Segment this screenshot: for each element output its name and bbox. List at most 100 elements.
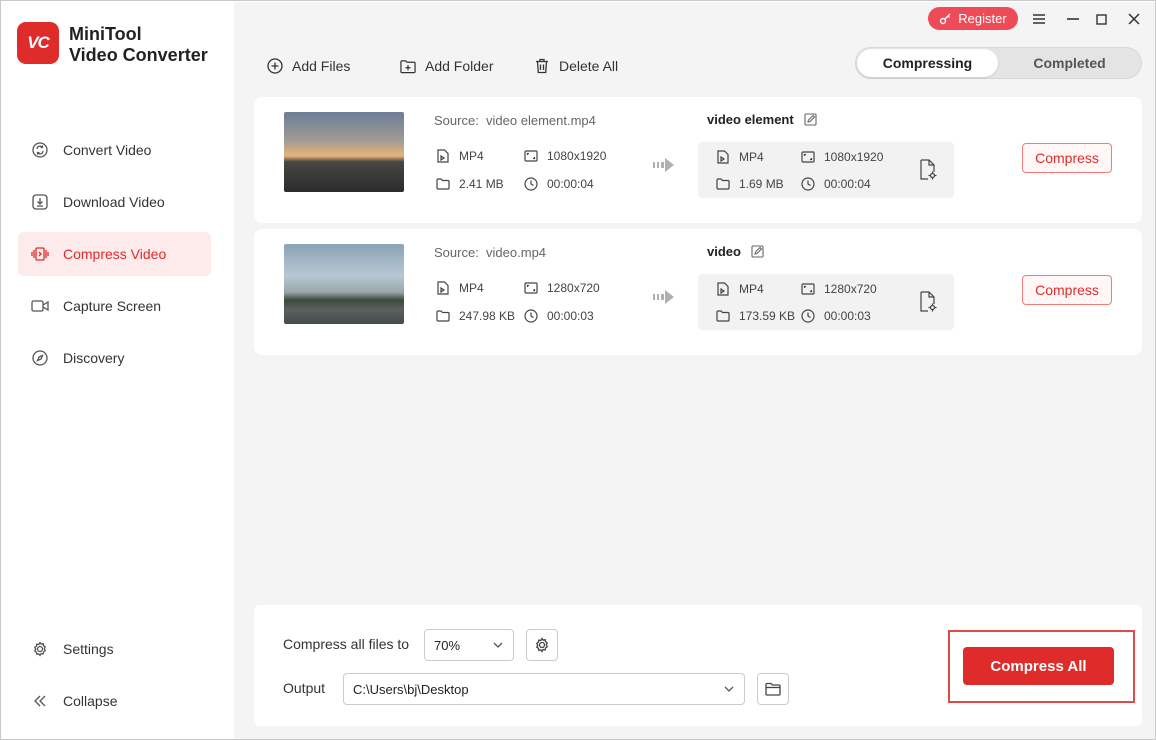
target-format: MP4 xyxy=(716,282,764,296)
download-icon xyxy=(31,193,49,211)
source-label: Source: xyxy=(434,245,479,260)
clock-icon xyxy=(524,177,538,191)
format-value: MP4 xyxy=(459,281,484,295)
sidebar-item-compress-video[interactable]: Compress Video xyxy=(18,232,211,276)
source-size: 247.98 KB xyxy=(436,309,515,323)
add-file-icon xyxy=(267,58,283,74)
app-title-line2: Video Converter xyxy=(69,45,208,65)
target-size: 1.69 MB xyxy=(716,177,784,191)
duration-value: 00:00:03 xyxy=(547,309,594,323)
target-resolution: 1280x720 xyxy=(801,282,877,296)
sidebar-item-label: Download Video xyxy=(63,194,165,210)
target-info-box: MP4 1280x720 173.59 KB 00:00:03 xyxy=(698,274,954,330)
video-file-icon xyxy=(436,281,450,295)
compress-all-button[interactable]: Compress All xyxy=(963,647,1114,685)
convert-icon xyxy=(31,141,49,159)
target-duration: 00:00:03 xyxy=(801,309,871,323)
compress-button[interactable]: Compress xyxy=(1022,143,1112,173)
app-title: MiniTool Video Converter xyxy=(69,24,208,66)
target-duration: 00:00:04 xyxy=(801,177,871,191)
source-label: Source: xyxy=(434,113,479,128)
duration-value: 00:00:04 xyxy=(547,177,594,191)
minimize-icon[interactable] xyxy=(1064,10,1082,28)
target-name: video xyxy=(707,244,764,259)
folder-icon xyxy=(436,177,450,191)
clock-icon xyxy=(801,309,815,323)
sidebar-item-label: Discovery xyxy=(63,350,125,366)
delete-all-button[interactable]: Delete All xyxy=(534,55,618,77)
compress-ratio-select[interactable]: 70% xyxy=(424,629,514,661)
compress-button[interactable]: Compress xyxy=(1022,275,1112,305)
target-name-text: video element xyxy=(707,112,794,127)
file-settings-icon[interactable] xyxy=(918,159,938,181)
key-icon xyxy=(939,12,952,25)
resolution-value: 1080x1920 xyxy=(824,150,884,164)
format-value: MP4 xyxy=(739,282,764,296)
add-folder-button[interactable]: Add Folder xyxy=(400,55,493,77)
video-file-icon xyxy=(716,282,730,296)
compress-settings-button[interactable] xyxy=(526,629,558,661)
resolution-icon xyxy=(801,282,815,296)
trash-icon xyxy=(534,58,550,74)
output-label: Output xyxy=(283,680,326,696)
source-duration: 00:00:03 xyxy=(524,309,594,323)
source-line: Source: video.mp4 xyxy=(434,245,546,260)
folder-icon xyxy=(436,309,450,323)
tab-compressing[interactable]: Compressing xyxy=(857,49,998,77)
close-icon[interactable] xyxy=(1125,10,1143,28)
sidebar-item-settings[interactable]: Settings xyxy=(18,627,211,671)
gear-icon xyxy=(534,637,550,653)
maximize-icon[interactable] xyxy=(1092,10,1110,28)
target-info-box: MP4 1080x1920 1.69 MB 00:00:04 xyxy=(698,142,954,198)
resolution-value: 1280x720 xyxy=(824,282,877,296)
camera-icon xyxy=(31,297,49,315)
source-line: Source: video element.mp4 xyxy=(434,113,596,128)
folder-icon xyxy=(716,309,730,323)
file-card: Source: video element.mp4 MP4 1080x1920 … xyxy=(254,97,1142,223)
format-value: MP4 xyxy=(459,149,484,163)
output-path-select[interactable]: C:\Users\bj\Desktop xyxy=(343,673,745,705)
sidebar-item-convert-video[interactable]: Convert Video xyxy=(18,128,211,172)
compress-icon xyxy=(31,245,49,263)
folder-icon xyxy=(765,682,781,696)
folder-icon xyxy=(716,177,730,191)
video-file-icon xyxy=(436,149,450,163)
source-size: 2.41 MB xyxy=(436,177,504,191)
clock-icon xyxy=(524,309,538,323)
register-button[interactable]: Register xyxy=(928,7,1018,30)
tab-completed[interactable]: Completed xyxy=(999,49,1140,77)
sidebar-item-discovery[interactable]: Discovery xyxy=(18,336,211,380)
resolution-value: 1080x1920 xyxy=(547,149,607,163)
sidebar-item-collapse[interactable]: Collapse xyxy=(18,679,211,723)
edit-icon[interactable] xyxy=(804,113,817,126)
source-format: MP4 xyxy=(436,281,484,295)
source-resolution: 1280x720 xyxy=(524,281,600,295)
edit-icon[interactable] xyxy=(751,245,764,258)
main-area: Register Add Files Add Folder Delete All… xyxy=(234,2,1155,739)
size-value: 247.98 KB xyxy=(459,309,516,323)
source-format: MP4 xyxy=(436,149,484,163)
app-title-line1: MiniTool xyxy=(69,24,142,44)
sidebar-item-label: Convert Video xyxy=(63,142,152,158)
arrow-right-icon xyxy=(652,156,676,174)
sidebar-item-capture-screen[interactable]: Capture Screen xyxy=(18,284,211,328)
resolution-value: 1280x720 xyxy=(547,281,600,295)
browse-folder-button[interactable] xyxy=(757,673,789,705)
delete-all-label: Delete All xyxy=(559,58,619,74)
duration-value: 00:00:04 xyxy=(824,177,871,191)
file-settings-icon[interactable] xyxy=(918,291,938,313)
menu-icon[interactable] xyxy=(1030,10,1048,28)
compass-icon xyxy=(31,349,49,367)
size-value: 173.59 KB xyxy=(739,309,796,323)
duration-value: 00:00:03 xyxy=(824,309,871,323)
video-thumbnail xyxy=(284,112,404,192)
compress-all-label: Compress all files to xyxy=(283,636,410,652)
bottom-panel: Compress all files to 70% Output C:\User… xyxy=(254,605,1142,726)
source-duration: 00:00:04 xyxy=(524,177,594,191)
add-files-button[interactable]: Add Files xyxy=(267,55,350,77)
add-files-label: Add Files xyxy=(292,58,351,74)
sidebar-item-download-video[interactable]: Download Video xyxy=(18,180,211,224)
target-format: MP4 xyxy=(716,150,764,164)
sidebar-item-label: Compress Video xyxy=(63,246,167,262)
collapse-label: Collapse xyxy=(63,693,118,709)
